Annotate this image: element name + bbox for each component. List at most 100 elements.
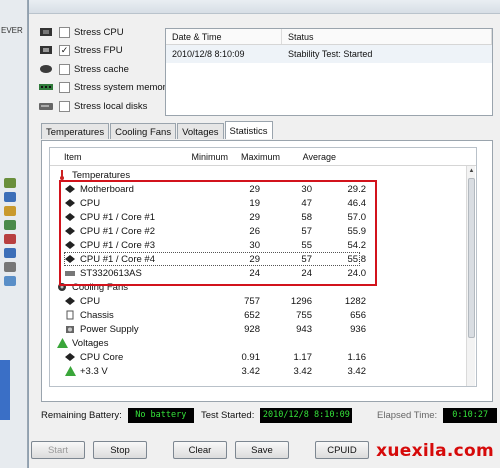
stress-memory-checkbox[interactable]: [59, 81, 70, 93]
stop-button[interactable]: Stop: [93, 441, 147, 459]
group-label: Cooling Fans: [72, 281, 128, 293]
stress-fpu-label: Stress FPU: [74, 44, 123, 56]
tab-voltages[interactable]: Voltages: [177, 123, 224, 139]
maximum-column-header[interactable]: Maximum: [228, 148, 280, 165]
thermometer-icon: [56, 170, 68, 180]
elapsed-time-label: Elapsed Time:: [377, 409, 438, 421]
desktop-icon[interactable]: [4, 178, 16, 188]
item-name: CPU: [80, 295, 101, 307]
avg-value: 55.9: [347, 225, 367, 237]
vertical-scrollbar[interactable]: ▲: [466, 166, 475, 386]
stress-disks-option[interactable]: Stress local disks: [37, 99, 147, 113]
desktop-icon[interactable]: [4, 206, 16, 216]
cpu-core-icon: [64, 240, 76, 250]
minimum-column-header[interactable]: Minimum: [176, 148, 228, 165]
status-log-status: Stability Test: Started: [288, 49, 373, 59]
item-name: CPU Core: [80, 351, 124, 363]
group-row-temperatures[interactable]: Temperatures: [56, 168, 476, 182]
stress-disks-label: Stress local disks: [74, 100, 148, 112]
desktop-icon[interactable]: [4, 276, 16, 286]
statistics-table[interactable]: Item Minimum Maximum Average Temperature…: [49, 147, 477, 387]
test-started-display: 2010/12/8 8:10:09: [260, 407, 353, 423]
status-column-header[interactable]: Status: [282, 29, 492, 44]
group-row-voltages[interactable]: Voltages: [56, 336, 476, 350]
scrollbar-thumb[interactable]: [468, 178, 475, 338]
min-value: 757: [244, 295, 260, 307]
stress-fpu-option[interactable]: ✓ Stress FPU: [37, 43, 123, 57]
test-started-label: Test Started:: [201, 409, 255, 421]
min-value: 29: [249, 253, 260, 265]
max-value: 47: [301, 197, 312, 209]
desktop-icon[interactable]: [4, 262, 16, 272]
window-top-edge: [29, 0, 500, 14]
item-name: Chassis: [80, 309, 114, 321]
save-button[interactable]: Save: [235, 441, 289, 459]
table-row[interactable]: Motherboard 29 30 29.2: [64, 182, 476, 196]
table-row[interactable]: Chassis 652 755 656: [64, 308, 476, 322]
table-row[interactable]: ST3320613AS 24 24 24.0: [64, 266, 476, 280]
item-column-header[interactable]: Item: [50, 148, 176, 165]
tab-statistics[interactable]: Statistics: [224, 121, 273, 139]
avg-value: 46.4: [347, 197, 367, 209]
cpu-chip-icon: [37, 26, 55, 38]
start-button[interactable]: Start: [31, 441, 85, 459]
item-name: CPU #1 / Core #4: [80, 253, 155, 265]
average-column-header[interactable]: Average: [280, 148, 336, 165]
status-log-row[interactable]: 2010/12/8 8:10:09 Stability Test: Starte…: [166, 45, 492, 63]
system-stability-test-window: Stress CPU ✓ Stress FPU Stress cache Str…: [28, 0, 500, 468]
max-value: 57: [301, 225, 312, 237]
item-name: Motherboard: [80, 183, 134, 195]
hard-disk-icon: [64, 268, 76, 278]
chassis-icon: [64, 310, 76, 320]
table-row[interactable]: CPU #1 / Core #2 26 57 55.9: [64, 224, 476, 238]
stress-cpu-label: Stress CPU: [74, 26, 124, 38]
table-row[interactable]: CPU #1 / Core #3 30 55 54.2: [64, 238, 476, 252]
tab-temperatures[interactable]: Temperatures: [41, 123, 110, 139]
max-value: 1.17: [293, 351, 313, 363]
desktop-icon[interactable]: [4, 192, 16, 202]
table-row-selected[interactable]: CPU #1 / Core #4 29 57 55.8: [64, 252, 366, 266]
date-time-column-header[interactable]: Date & Time: [166, 29, 282, 44]
desktop-icon[interactable]: [4, 234, 16, 244]
cpu-core-icon: [64, 212, 76, 222]
max-value: 3.42: [293, 365, 313, 377]
stress-fpu-checkbox[interactable]: ✓: [59, 44, 70, 56]
fpu-chip-icon: [37, 44, 55, 56]
tab-cooling-fans[interactable]: Cooling Fans: [110, 123, 177, 139]
stress-cpu-checkbox[interactable]: [59, 26, 70, 38]
min-value: 928: [244, 323, 260, 335]
group-label: Voltages: [72, 337, 109, 349]
avg-value: 3.42: [347, 365, 367, 377]
voltage-warning-icon: [56, 338, 68, 348]
stress-cache-option[interactable]: Stress cache: [37, 62, 129, 76]
desktop-icon[interactable]: [4, 248, 16, 258]
avg-value: 54.2: [347, 239, 367, 251]
stress-cache-checkbox[interactable]: [59, 63, 70, 75]
stress-memory-option[interactable]: Stress system memory: [37, 80, 171, 94]
table-row[interactable]: +3.3 V 3.42 3.42 3.42: [64, 364, 476, 378]
desktop-icon-column: [2, 175, 24, 290]
test-started-status: Test Started: 2010/12/8 8:10:09: [201, 407, 353, 423]
stress-cpu-option[interactable]: Stress CPU: [37, 25, 124, 39]
stress-disks-checkbox[interactable]: [59, 100, 70, 112]
table-row[interactable]: Power Supply 928 943 936: [64, 322, 476, 336]
table-row[interactable]: CPU 19 47 46.4: [64, 196, 476, 210]
cpuid-button[interactable]: CPUID: [315, 441, 369, 459]
stress-cache-label: Stress cache: [74, 63, 129, 75]
cache-icon: [37, 63, 55, 75]
status-log-list[interactable]: Date & Time Status 2010/12/8 8:10:09 Sta…: [165, 28, 493, 116]
max-value: 755: [296, 309, 312, 321]
avg-value: 656: [350, 309, 366, 321]
avg-value: 55.8: [347, 253, 367, 265]
table-row[interactable]: CPU Core 0.91 1.17 1.16: [64, 350, 476, 364]
table-row[interactable]: CPU 757 1296 1282: [64, 294, 476, 308]
avg-value: 24.0: [347, 267, 367, 279]
clear-button[interactable]: Clear: [173, 441, 227, 459]
remaining-battery-label: Remaining Battery:: [41, 409, 122, 421]
table-row[interactable]: CPU #1 / Core #1 29 58 57.0: [64, 210, 476, 224]
item-name: CPU #1 / Core #2: [80, 225, 155, 237]
min-value: 24: [249, 267, 260, 279]
scroll-up-arrow-icon[interactable]: ▲: [467, 166, 476, 175]
desktop-icon[interactable]: [4, 220, 16, 230]
group-row-cooling-fans[interactable]: Cooling Fans: [56, 280, 476, 294]
